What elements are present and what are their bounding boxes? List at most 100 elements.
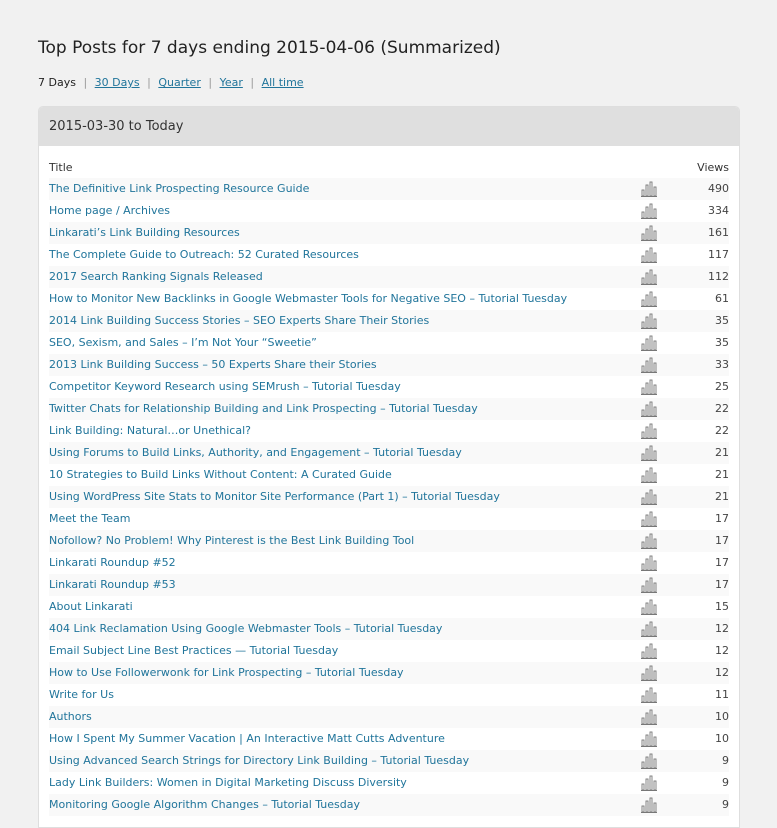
bar-chart-icon[interactable] bbox=[641, 291, 657, 307]
post-title-link[interactable]: Linkarati Roundup #52 bbox=[49, 552, 176, 574]
bar-chart-icon[interactable] bbox=[641, 313, 657, 329]
table-row: Linkarati Roundup #53 17 bbox=[49, 574, 729, 596]
post-title-link[interactable]: Link Building: Natural…or Unethical? bbox=[49, 420, 251, 442]
post-title-link[interactable]: How I Spent My Summer Vacation | An Inte… bbox=[49, 728, 445, 750]
post-views-count: 21 bbox=[715, 490, 729, 503]
bar-chart-icon[interactable] bbox=[641, 621, 657, 637]
post-title-link[interactable]: Home page / Archives bbox=[49, 200, 170, 222]
post-views-count: 12 bbox=[715, 622, 729, 635]
post-title-link[interactable]: Using Advanced Search Strings for Direct… bbox=[49, 750, 469, 772]
post-views-count: 25 bbox=[715, 380, 729, 393]
table-row: How to Monitor New Backlinks in Google W… bbox=[49, 288, 729, 310]
post-title-link[interactable]: 2013 Link Building Success – 50 Experts … bbox=[49, 354, 377, 376]
post-title-link[interactable]: Linkarati’s Link Building Resources bbox=[49, 222, 240, 244]
bar-chart-icon[interactable] bbox=[641, 181, 657, 197]
bar-chart-icon[interactable] bbox=[641, 401, 657, 417]
table-row: Competitor Keyword Research using SEMrus… bbox=[49, 376, 729, 398]
period-link-all-time[interactable]: All time bbox=[262, 76, 304, 89]
bar-chart-icon[interactable] bbox=[641, 731, 657, 747]
bar-chart-icon[interactable] bbox=[641, 379, 657, 395]
post-title-link[interactable]: 2017 Search Ranking Signals Released bbox=[49, 266, 263, 288]
post-views-count: 12 bbox=[715, 644, 729, 657]
bar-chart-icon[interactable] bbox=[641, 423, 657, 439]
table-row: 2014 Link Building Success Stories – SEO… bbox=[49, 310, 729, 332]
post-views-count: 490 bbox=[708, 182, 729, 195]
post-views-count: 117 bbox=[708, 248, 729, 261]
bar-chart-icon[interactable] bbox=[641, 577, 657, 593]
post-title-link[interactable]: Meet the Team bbox=[49, 508, 130, 530]
post-views-count: 9 bbox=[722, 798, 729, 811]
post-title-link[interactable]: 2014 Link Building Success Stories – SEO… bbox=[49, 310, 429, 332]
post-views-count: 22 bbox=[715, 424, 729, 437]
post-title-link[interactable]: Write for Us bbox=[49, 684, 114, 706]
bar-chart-icon[interactable] bbox=[641, 225, 657, 241]
table-row: Nofollow? No Problem! Why Pinterest is t… bbox=[49, 530, 729, 552]
period-link-year[interactable]: Year bbox=[220, 76, 243, 89]
bar-chart-icon[interactable] bbox=[641, 489, 657, 505]
post-title-link[interactable]: Email Subject Line Best Practices — Tuto… bbox=[49, 640, 338, 662]
bar-chart-icon[interactable] bbox=[641, 665, 657, 681]
post-title-link[interactable]: Monitoring Google Algorithm Changes – Tu… bbox=[49, 794, 360, 816]
table-row: Using WordPress Site Stats to Monitor Si… bbox=[49, 486, 729, 508]
bar-chart-icon[interactable] bbox=[641, 643, 657, 659]
bar-chart-icon[interactable] bbox=[641, 709, 657, 725]
post-title-link[interactable]: SEO, Sexism, and Sales – I’m Not Your “S… bbox=[49, 332, 317, 354]
table-row: Lady Link Builders: Women in Digital Mar… bbox=[49, 772, 729, 794]
post-title-link[interactable]: Lady Link Builders: Women in Digital Mar… bbox=[49, 772, 407, 794]
period-link-30-days[interactable]: 30 Days bbox=[95, 76, 140, 89]
table-row: Authors 10 bbox=[49, 706, 729, 728]
table-row: 10 Strategies to Build Links Without Con… bbox=[49, 464, 729, 486]
bar-chart-icon[interactable] bbox=[641, 753, 657, 769]
table-row: 2017 Search Ranking Signals Released 112 bbox=[49, 266, 729, 288]
post-title-link[interactable]: 404 Link Reclamation Using Google Webmas… bbox=[49, 618, 442, 640]
page: Top Posts for 7 days ending 2015-04-06 (… bbox=[0, 0, 777, 91]
post-views-count: 112 bbox=[708, 270, 729, 283]
top-posts-panel: 2015-03-30 to Today Title Views The Defi… bbox=[38, 106, 740, 828]
post-title-link[interactable]: Linkarati Roundup #53 bbox=[49, 574, 176, 596]
bar-chart-icon[interactable] bbox=[641, 445, 657, 461]
post-views-count: 334 bbox=[708, 204, 729, 217]
table-row: Monitoring Google Algorithm Changes – Tu… bbox=[49, 794, 729, 816]
bar-chart-icon[interactable] bbox=[641, 599, 657, 615]
post-title-link[interactable]: Competitor Keyword Research using SEMrus… bbox=[49, 376, 401, 398]
period-link-quarter[interactable]: Quarter bbox=[158, 76, 201, 89]
post-title-link[interactable]: Nofollow? No Problem! Why Pinterest is t… bbox=[49, 530, 414, 552]
post-title-link[interactable]: Twitter Chats for Relationship Building … bbox=[49, 398, 478, 420]
post-title-link[interactable]: The Definitive Link Prospecting Resource… bbox=[49, 178, 309, 200]
bar-chart-icon[interactable] bbox=[641, 687, 657, 703]
post-views-count: 35 bbox=[715, 314, 729, 327]
bar-chart-icon[interactable] bbox=[641, 797, 657, 813]
post-title-link[interactable]: The Complete Guide to Outreach: 52 Curat… bbox=[49, 244, 359, 266]
post-views-count: 35 bbox=[715, 336, 729, 349]
post-title-link[interactable]: 10 Strategies to Build Links Without Con… bbox=[49, 464, 392, 486]
post-views-count: 12 bbox=[715, 666, 729, 679]
bar-chart-icon[interactable] bbox=[641, 247, 657, 263]
post-title-link[interactable]: Authors bbox=[49, 706, 92, 728]
table-row: Twitter Chats for Relationship Building … bbox=[49, 398, 729, 420]
table-row: About Linkarati 15 bbox=[49, 596, 729, 618]
bar-chart-icon[interactable] bbox=[641, 335, 657, 351]
post-views-count: 10 bbox=[715, 710, 729, 723]
bar-chart-icon[interactable] bbox=[641, 203, 657, 219]
post-title-link[interactable]: Using Forums to Build Links, Authority, … bbox=[49, 442, 462, 464]
period-current: 7 Days bbox=[38, 76, 76, 89]
table-row: 404 Link Reclamation Using Google Webmas… bbox=[49, 618, 729, 640]
bar-chart-icon[interactable] bbox=[641, 467, 657, 483]
post-views-count: 17 bbox=[715, 534, 729, 547]
post-title-link[interactable]: How to Monitor New Backlinks in Google W… bbox=[49, 288, 567, 310]
post-views-count: 9 bbox=[722, 754, 729, 767]
bar-chart-icon[interactable] bbox=[641, 555, 657, 571]
post-title-link[interactable]: Using WordPress Site Stats to Monitor Si… bbox=[49, 486, 500, 508]
post-views-count: 21 bbox=[715, 468, 729, 481]
post-views-count: 161 bbox=[708, 226, 729, 239]
bar-chart-icon[interactable] bbox=[641, 775, 657, 791]
bar-chart-icon[interactable] bbox=[641, 511, 657, 527]
bar-chart-icon[interactable] bbox=[641, 533, 657, 549]
post-title-link[interactable]: How to Use Followerwonk for Link Prospec… bbox=[49, 662, 404, 684]
post-views-count: 33 bbox=[715, 358, 729, 371]
bar-chart-icon[interactable] bbox=[641, 357, 657, 373]
post-views-count: 10 bbox=[715, 732, 729, 745]
post-title-link[interactable]: About Linkarati bbox=[49, 596, 133, 618]
top-posts-table: Title Views The Definitive Link Prospect… bbox=[39, 146, 739, 816]
bar-chart-icon[interactable] bbox=[641, 269, 657, 285]
